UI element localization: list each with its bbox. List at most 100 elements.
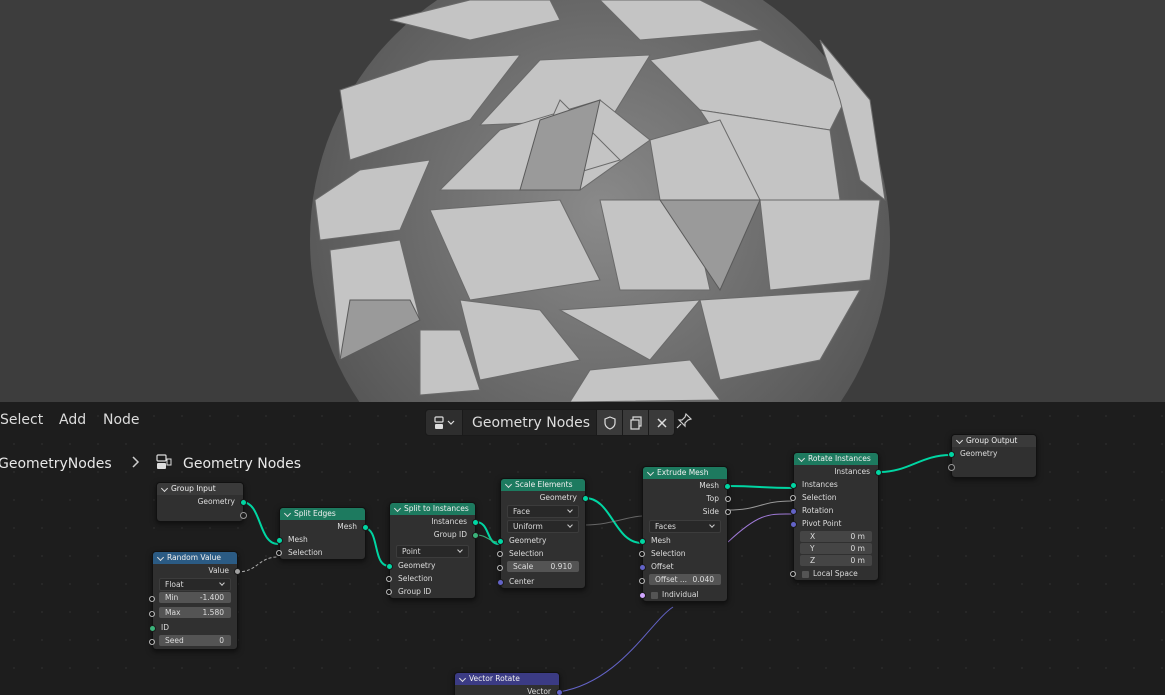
socket[interactable]	[790, 508, 797, 515]
input-pivot-point: Pivot Point	[790, 517, 878, 530]
3d-viewport[interactable]	[0, 0, 1165, 402]
link-side-to-selection	[727, 500, 793, 511]
link-input-to-split-edges	[241, 501, 279, 545]
output-mesh: Mesh	[280, 520, 369, 533]
socket[interactable]	[875, 469, 882, 476]
local-space-checkbox[interactable]	[802, 570, 809, 578]
input-individual: Individual	[639, 588, 727, 601]
node-header[interactable]: Vector Rotate	[455, 673, 559, 685]
mode-dropdown[interactable]: Faces	[649, 520, 721, 533]
extrude-mesh-node[interactable]: Extrude Mesh Mesh Top Side Faces Mesh Se…	[637, 466, 733, 602]
link-split-edges-to-split-instances	[363, 527, 390, 567]
socket[interactable]	[472, 519, 479, 526]
input-instances: Instances	[790, 478, 878, 491]
input-empty	[948, 460, 1036, 473]
input-mesh: Mesh	[639, 534, 727, 547]
output-empty	[157, 508, 247, 521]
vector-rotate-node[interactable]: Vector Rotate Vector	[454, 672, 563, 695]
pivot-x-field[interactable]: X0 m	[800, 531, 872, 542]
group-input-node[interactable]: Group Input Geometry	[156, 482, 247, 522]
input-geometry: Geometry	[497, 534, 585, 547]
domain-dropdown[interactable]: Face	[507, 505, 579, 518]
output-side: Side	[643, 505, 733, 518]
socket[interactable]	[790, 482, 797, 489]
input-selection: Selection	[384, 572, 475, 585]
socket[interactable]	[639, 564, 646, 571]
socket[interactable]	[948, 451, 955, 458]
max-field[interactable]: Max 1.580	[159, 607, 231, 618]
input-rotation: Rotation	[790, 504, 878, 517]
node-header[interactable]: Extrude Mesh	[643, 467, 727, 479]
link-to-rotation	[727, 513, 793, 543]
input-selection: Selection	[637, 547, 727, 560]
split-to-instances-node[interactable]: Split to Instances Instances Group ID Po…	[384, 502, 479, 599]
individual-checkbox[interactable]	[651, 591, 658, 599]
socket[interactable]	[362, 524, 369, 531]
link-rotate-to-output	[878, 454, 952, 473]
output-mesh: Mesh	[643, 479, 731, 492]
fractured-sphere-render	[310, 0, 890, 402]
input-local-space: Local Space	[788, 567, 878, 580]
pivot-z-field[interactable]: Z0 m	[800, 555, 872, 566]
socket[interactable]	[556, 689, 563, 695]
socket[interactable]	[639, 538, 646, 545]
input-geometry: Geometry	[386, 559, 475, 572]
socket[interactable]	[639, 592, 646, 599]
output-value: Value	[153, 564, 241, 577]
socket[interactable]	[276, 537, 283, 544]
input-offset: Offset	[639, 560, 727, 573]
scale-elements-node[interactable]: Scale Elements Geometry Face Uniform Geo…	[495, 478, 589, 589]
socket[interactable]	[149, 625, 156, 632]
node-editor[interactable]: Select Add Node Geometry Nodes GeometryN…	[0, 402, 1165, 695]
node-header[interactable]: Split to Instances	[390, 503, 475, 515]
socket[interactable]	[948, 464, 955, 471]
socket[interactable]	[790, 521, 797, 528]
link-random-to-selection	[236, 556, 279, 573]
input-id: ID	[149, 621, 237, 634]
socket[interactable]	[724, 483, 731, 490]
socket[interactable]	[386, 563, 393, 570]
socket[interactable]	[472, 532, 479, 539]
offset-scale-field[interactable]: Offset ... 0.040	[649, 574, 721, 585]
scale-mode-dropdown[interactable]: Uniform	[507, 520, 579, 533]
node-header[interactable]: Group Input	[157, 483, 243, 495]
link-scale-to-extrude	[584, 497, 643, 544]
group-output-node[interactable]: Group Output Geometry	[948, 434, 1037, 478]
seed-field[interactable]: Seed 0	[159, 635, 231, 646]
socket[interactable]	[234, 568, 241, 575]
input-group-id: Group ID	[384, 585, 475, 598]
output-group-id: Group ID	[390, 528, 479, 541]
node-header[interactable]: Scale Elements	[501, 479, 585, 491]
input-selection: Selection	[274, 546, 365, 559]
input-selection: Selection	[788, 491, 878, 504]
input-center: Center	[497, 575, 585, 588]
socket[interactable]	[240, 512, 247, 519]
link-instances-to-scale	[475, 521, 500, 545]
link-groupid	[475, 534, 500, 543]
output-instances: Instances	[794, 465, 882, 478]
pivot-y-field[interactable]: Y0 m	[800, 543, 872, 554]
socket[interactable]	[582, 495, 589, 502]
node-header[interactable]: Random Value	[153, 552, 237, 564]
input-mesh: Mesh	[276, 533, 365, 546]
output-instances: Instances	[390, 515, 479, 528]
domain-dropdown[interactable]: Point	[396, 545, 469, 558]
split-edges-node[interactable]: Split Edges Mesh Mesh Selection	[274, 507, 369, 560]
socket[interactable]	[240, 499, 247, 506]
min-field[interactable]: Min -1.400	[159, 592, 231, 603]
output-vector: Vector	[455, 685, 563, 695]
node-header[interactable]: Group Output	[952, 435, 1036, 447]
link-vector-rotate-to-offset	[558, 606, 674, 693]
rotate-instances-node[interactable]: Rotate Instances Instances Instances Sel…	[788, 452, 882, 581]
node-header[interactable]: Split Edges	[280, 508, 365, 520]
node-header[interactable]: Rotate Instances	[794, 453, 878, 465]
data-type-dropdown[interactable]: Float	[159, 578, 231, 591]
output-geometry: Geometry	[157, 495, 247, 508]
random-value-node[interactable]: Random Value Value Float Min -1.400 Max 1.…	[147, 551, 241, 650]
socket[interactable]	[497, 579, 504, 586]
link-extrude-to-rotate	[727, 485, 793, 489]
socket[interactable]	[497, 538, 504, 545]
scale-field[interactable]: Scale 0.910	[507, 561, 579, 572]
output-geometry: Geometry	[501, 491, 589, 504]
input-geometry: Geometry	[948, 447, 1036, 460]
